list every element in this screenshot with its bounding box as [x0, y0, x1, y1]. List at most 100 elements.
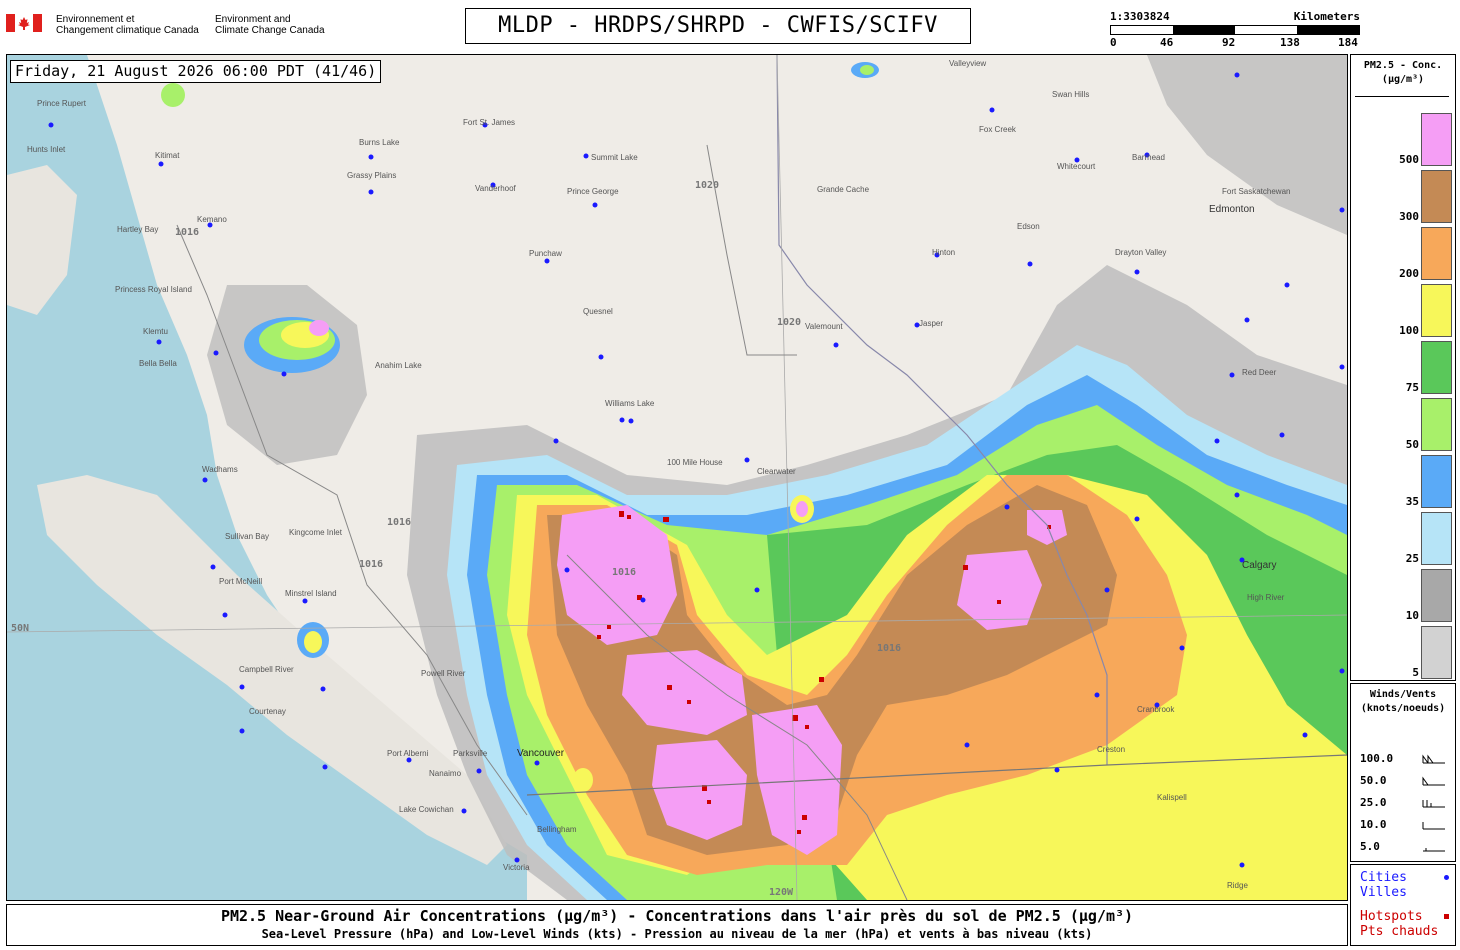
city-label: Princess Royal Island — [115, 285, 192, 294]
city-label: Hunts Inlet — [27, 145, 66, 154]
scale-tick: 92 — [1222, 36, 1236, 49]
scale-ratio: 1:3303824 — [1110, 10, 1170, 23]
scale-tick: 0 — [1110, 36, 1117, 49]
city-label: Port McNeill — [219, 577, 263, 586]
legend-label: 300 — [1399, 210, 1419, 223]
hotspots-label-fr: Pts chauds — [1360, 924, 1439, 939]
isobar-label: 1016 — [387, 517, 412, 528]
caption-line-2: Sea-Level Pressure (hPa) and Low-Level W… — [261, 927, 1093, 941]
department-name-fr: Environnement et Changement climatique Ca… — [56, 14, 199, 36]
city-label: Kemano — [197, 215, 227, 224]
hotspot-square-icon — [1444, 914, 1449, 919]
legend-label: 200 — [1399, 267, 1419, 280]
city-label: Klemtu — [143, 327, 168, 336]
city-label: Anahim Lake — [375, 361, 422, 370]
legend-label: 25 — [1405, 552, 1419, 565]
city-label: Whitecourt — [1057, 162, 1096, 171]
city-label: Burns Lake — [359, 138, 400, 147]
city-label: Fort St. James — [463, 118, 516, 127]
city-label: Fox Creek — [979, 125, 1016, 134]
wind-speed-label: 50.0 — [1360, 774, 1387, 787]
scale-unit: Kilometers — [1293, 10, 1360, 23]
city-label: Powell River — [421, 669, 466, 678]
wind-barb-icon — [1422, 822, 1445, 830]
city-label: Kalispell — [1157, 793, 1187, 802]
isobar-label: 1016 — [612, 567, 637, 578]
smoke-forecast-map[interactable]: Prince Rupert Hunts Inlet Kitimat Kemano… — [6, 54, 1348, 901]
scale-bar — [1110, 25, 1360, 35]
city-label: Kingcome Inlet — [289, 528, 342, 537]
city-label: Courtenay — [249, 707, 286, 716]
city-label: Creston — [1097, 745, 1126, 754]
city-label: Hartley Bay — [117, 225, 159, 234]
city-label: Swan Hills — [1052, 90, 1090, 99]
winds-legend-title: Winds/Vents (knots/noeuds) — [1360, 689, 1446, 714]
legend-label: 10 — [1405, 609, 1419, 622]
city-label: Fort Saskatchewan — [1222, 187, 1291, 196]
legend-swatch — [1421, 284, 1452, 337]
city-label: Kitimat — [155, 151, 180, 160]
city-label: Red Deer — [1242, 368, 1277, 377]
scale-tick: 184 — [1338, 36, 1358, 49]
legend-swatch — [1421, 227, 1452, 280]
scale-tick: 46 — [1160, 36, 1174, 49]
city-dot-icon — [1444, 875, 1449, 880]
city-label: 100 Mile House — [667, 458, 723, 467]
city-label: Drayton Valley — [1115, 248, 1167, 257]
symbol-key: Cities Villes Hotspots Pts chauds — [1350, 864, 1456, 946]
city-label: Valleyview — [949, 59, 987, 68]
city-label: Parksville — [453, 749, 488, 758]
city-label: Grande Cache — [817, 185, 870, 194]
isobar-label: 1020 — [695, 180, 720, 191]
wind-barb-icon — [1422, 754, 1445, 764]
city-label: Williams Lake — [605, 399, 655, 408]
scale-tick: 138 — [1280, 36, 1300, 49]
city-label: Edson — [1017, 222, 1040, 231]
legend-label: 500 — [1399, 153, 1419, 166]
wind-barb-icon — [1422, 800, 1445, 808]
map-caption: PM2.5 Near-Ground Air Concentrations (µg… — [6, 904, 1348, 946]
wind-speed-label: 100.0 — [1360, 752, 1394, 765]
page-title: MLDP - HRDPS/SHRPD - CWFIS/SCIFV — [465, 8, 971, 44]
map-canvas — [7, 55, 1347, 900]
legend-swatch — [1421, 170, 1452, 223]
city-label: Port Alberni — [387, 749, 429, 758]
legend-swatch — [1421, 113, 1452, 166]
city-label: Edmonton — [1209, 204, 1255, 215]
city-label: Victoria — [503, 863, 530, 872]
valid-time-label: Friday, 21 August 2026 06:00 PDT (41/46) — [10, 60, 382, 83]
city-label: Prince Rupert — [37, 99, 86, 108]
city-label: Bellingham — [537, 825, 577, 834]
city-label: Barrhead — [1132, 153, 1165, 162]
city-label: Lake Cowichan — [399, 805, 454, 814]
legend-swatch — [1421, 512, 1452, 565]
legend-label: 35 — [1405, 495, 1419, 508]
winds-legend: Winds/Vents (knots/noeuds) 100.0 50.0 25.… — [1350, 683, 1456, 862]
city-label: Vanderhoof — [475, 184, 516, 193]
department-name-en: Environment and Climate Change Canada — [215, 14, 325, 36]
city-label: Minstrel Island — [285, 589, 337, 598]
legend-label: 50 — [1405, 438, 1419, 451]
city-label: Calgary — [1242, 560, 1277, 571]
wind-speed-label: 25.0 — [1360, 796, 1387, 809]
city-label: Quesnel — [583, 307, 613, 316]
city-label: Wadhams — [202, 465, 238, 474]
isobar-label: 1016 — [877, 643, 902, 654]
city-label: Valemount — [805, 322, 843, 331]
cities-label: Cities — [1360, 870, 1407, 885]
caption-line-1: PM2.5 Near-Ground Air Concentrations (µg… — [220, 907, 1134, 925]
concentration-legend: PM2.5 - Conc. (µg/m³) 500 300 200 100 75 50 35 2… — [1350, 54, 1456, 681]
wind-barb-icon — [1423, 848, 1445, 852]
legend-label: 75 — [1405, 381, 1419, 394]
wind-speed-label: 10.0 — [1360, 818, 1387, 831]
city-label: Jasper — [919, 319, 944, 328]
city-label: Prince George — [567, 187, 619, 196]
legend-swatch — [1421, 398, 1452, 451]
hotspots-label: Hotspots — [1360, 909, 1423, 924]
city-label: Bella Bella — [139, 359, 177, 368]
lat-label: 50N — [11, 623, 30, 634]
cities-label-fr: Villes — [1360, 885, 1407, 900]
city-label: High River — [1247, 593, 1285, 602]
isobar-label: 1016 — [359, 559, 384, 570]
legend-swatch — [1421, 341, 1452, 394]
